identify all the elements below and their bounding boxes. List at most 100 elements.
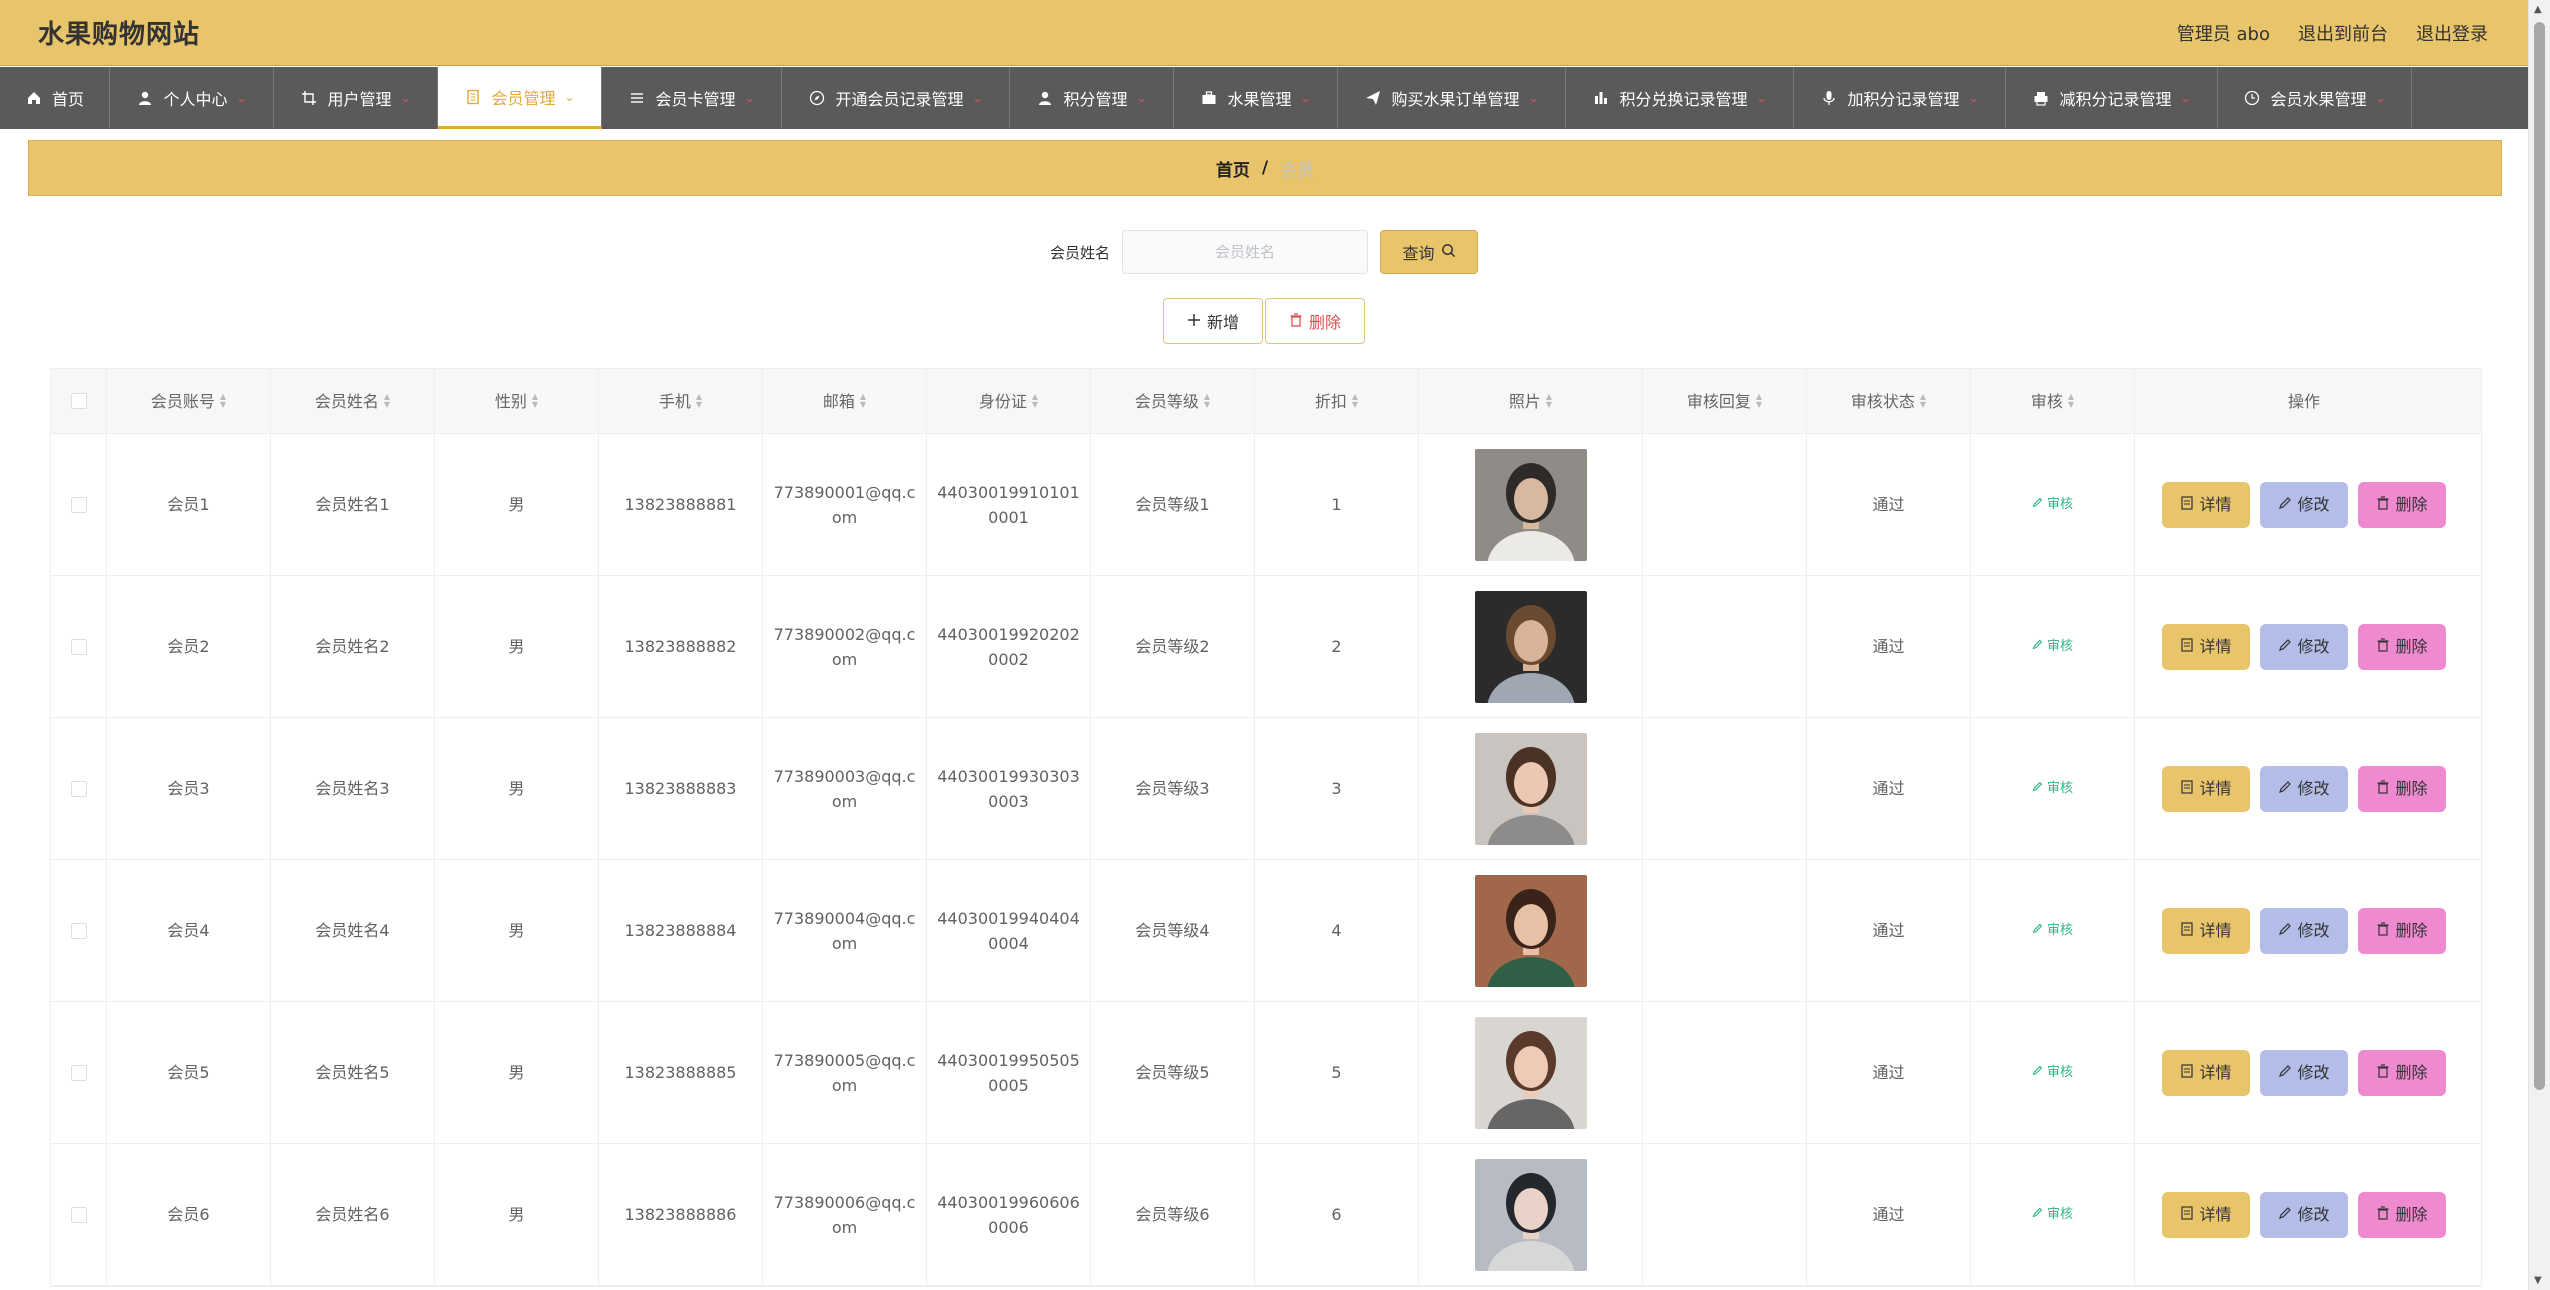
row-checkbox[interactable]	[70, 780, 87, 797]
cell-gender: 男	[435, 1144, 599, 1285]
column-header[interactable]: 会员账号 ▲ ▼	[107, 369, 271, 433]
document-icon	[2180, 634, 2194, 659]
scrollbar-thumb[interactable]	[2534, 22, 2545, 1090]
row-checkbox[interactable]	[70, 922, 87, 939]
nav-item-8[interactable]: 购买水果订单管理 ⌄	[1338, 67, 1566, 129]
page-scrollbar[interactable]: ▲ ▼	[2528, 0, 2550, 1290]
to-front-link[interactable]: 退出到前台	[2298, 20, 2388, 46]
detail-button[interactable]: 详情	[2162, 765, 2250, 812]
select-all-checkbox[interactable]	[70, 393, 87, 409]
id-card-value: 440300199606060006	[937, 1192, 1080, 1237]
sort-icon[interactable]: ▲ ▼	[384, 393, 390, 409]
edit-button[interactable]: 修改	[2260, 765, 2348, 812]
row-checkbox[interactable]	[70, 496, 87, 513]
nav-item-7[interactable]: 水果管理 ⌄	[1174, 67, 1338, 129]
nav-item-0[interactable]: 首页	[0, 67, 110, 129]
name-value: 会员姓名6	[315, 1205, 390, 1224]
detail-button[interactable]: 详情	[2162, 1191, 2250, 1238]
cell-phone: 13823888886	[599, 1144, 763, 1285]
audit-link[interactable]: 审核	[2032, 1060, 2073, 1085]
edit-button[interactable]: 修改	[2260, 1191, 2348, 1238]
chevron-down-icon: ⌄	[400, 91, 411, 105]
scroll-up-arrow-icon[interactable]: ▲	[2534, 4, 2542, 15]
nav-item-4[interactable]: 会员卡管理 ⌄	[602, 67, 782, 129]
detail-button[interactable]: 详情	[2162, 1049, 2250, 1096]
row-delete-button[interactable]: 删除	[2358, 1049, 2446, 1096]
row-delete-button-label: 删除	[2395, 779, 2428, 798]
audit-link[interactable]: 审核	[2032, 918, 2073, 943]
column-header[interactable]: 审核 ▲ ▼	[1971, 369, 2135, 433]
edit-button[interactable]: 修改	[2260, 907, 2348, 954]
nav-item-10[interactable]: 加积分记录管理 ⌄	[1794, 67, 2006, 129]
detail-button[interactable]: 详情	[2162, 623, 2250, 670]
batch-delete-button[interactable]: 删除	[1265, 298, 1365, 344]
edit-button[interactable]: 修改	[2260, 1049, 2348, 1096]
sort-icon[interactable]: ▲ ▼	[1032, 393, 1038, 409]
column-header[interactable]: 折扣 ▲ ▼	[1255, 369, 1419, 433]
row-checkbox[interactable]	[70, 638, 87, 655]
edit-icon	[2032, 634, 2043, 659]
sort-icon[interactable]: ▲ ▼	[1204, 393, 1210, 409]
edit-icon	[2032, 1060, 2043, 1085]
table-row: 会员6 会员姓名6 男 13823888886 773890006@qq.com 4403…	[51, 1144, 2481, 1286]
cell-name: 会员姓名2	[271, 576, 435, 717]
logout-link[interactable]: 退出登录	[2416, 20, 2488, 46]
cell-id-card: 440300199404040004	[927, 860, 1091, 1001]
sort-icon[interactable]: ▲ ▼	[860, 393, 866, 409]
add-button[interactable]: 新增	[1163, 298, 1263, 344]
member-name-search-input[interactable]	[1122, 230, 1368, 274]
account-value: 会员3	[167, 779, 210, 798]
sort-icon[interactable]: ▲ ▼	[1352, 393, 1358, 409]
column-header[interactable]: 照片 ▲ ▼	[1419, 369, 1643, 433]
cell-id-card: 440300199303030003	[927, 718, 1091, 859]
column-header[interactable]: 手机 ▲ ▼	[599, 369, 763, 433]
nav-item-2[interactable]: 用户管理 ⌄	[274, 67, 438, 129]
row-delete-button[interactable]: 删除	[2358, 765, 2446, 812]
row-delete-button[interactable]: 删除	[2358, 623, 2446, 670]
column-header[interactable]: 会员姓名 ▲ ▼	[271, 369, 435, 433]
id-card-value: 440300199202020002	[937, 624, 1080, 669]
sort-icon[interactable]: ▲ ▼	[1546, 393, 1552, 409]
cell-audit: 审核	[1971, 860, 2135, 1001]
scroll-down-arrow-icon[interactable]: ▼	[2534, 1275, 2542, 1286]
nav-item-1[interactable]: 个人中心 ⌄	[110, 67, 274, 129]
detail-button[interactable]: 详情	[2162, 907, 2250, 954]
sort-icon[interactable]: ▲ ▼	[1920, 393, 1926, 409]
audit-link[interactable]: 审核	[2032, 492, 2073, 517]
cell-email: 773890001@qq.com	[763, 434, 927, 575]
nav-item-12[interactable]: 会员水果管理 ⌄	[2218, 67, 2412, 129]
sort-icon[interactable]: ▲ ▼	[1756, 393, 1762, 409]
row-checkbox[interactable]	[70, 1206, 87, 1223]
column-header[interactable]: 审核回复 ▲ ▼	[1643, 369, 1807, 433]
nav-item-9[interactable]: 积分兑换记录管理 ⌄	[1566, 67, 1794, 129]
column-header[interactable]: 会员等级 ▲ ▼	[1091, 369, 1255, 433]
breadcrumb-home[interactable]: 首页	[1216, 156, 1250, 181]
sort-icon[interactable]: ▲ ▼	[696, 393, 702, 409]
sort-icon[interactable]: ▲ ▼	[220, 393, 226, 409]
edit-button[interactable]: 修改	[2260, 481, 2348, 528]
row-checkbox[interactable]	[70, 1064, 87, 1081]
row-delete-button[interactable]: 删除	[2358, 481, 2446, 528]
trash-icon	[2376, 1060, 2390, 1085]
cell-account: 会员3	[107, 718, 271, 859]
row-delete-button[interactable]: 删除	[2358, 907, 2446, 954]
row-delete-button[interactable]: 删除	[2358, 1191, 2446, 1238]
audit-link[interactable]: 审核	[2032, 634, 2073, 659]
column-header[interactable]: 身份证 ▲ ▼	[927, 369, 1091, 433]
edit-button[interactable]: 修改	[2260, 623, 2348, 670]
cell-email: 773890003@qq.com	[763, 718, 927, 859]
sort-icon[interactable]: ▲ ▼	[2068, 393, 2074, 409]
sort-icon[interactable]: ▲ ▼	[532, 393, 538, 409]
nav-item-5[interactable]: 开通会员记录管理 ⌄	[782, 67, 1010, 129]
audit-link[interactable]: 审核	[2032, 1202, 2073, 1227]
nav-item-6[interactable]: 积分管理 ⌄	[1010, 67, 1174, 129]
nav-item-11[interactable]: 减积分记录管理 ⌄	[2006, 67, 2218, 129]
column-header[interactable]: 性别 ▲ ▼	[435, 369, 599, 433]
email-value: 773890003@qq.com	[773, 766, 916, 811]
audit-link[interactable]: 审核	[2032, 776, 2073, 801]
nav-item-3[interactable]: 会员管理 ⌄	[438, 67, 602, 129]
search-button[interactable]: 查询	[1380, 230, 1478, 274]
detail-button[interactable]: 详情	[2162, 481, 2250, 528]
column-header[interactable]: 邮箱 ▲ ▼	[763, 369, 927, 433]
column-header[interactable]: 审核状态 ▲ ▼	[1807, 369, 1971, 433]
